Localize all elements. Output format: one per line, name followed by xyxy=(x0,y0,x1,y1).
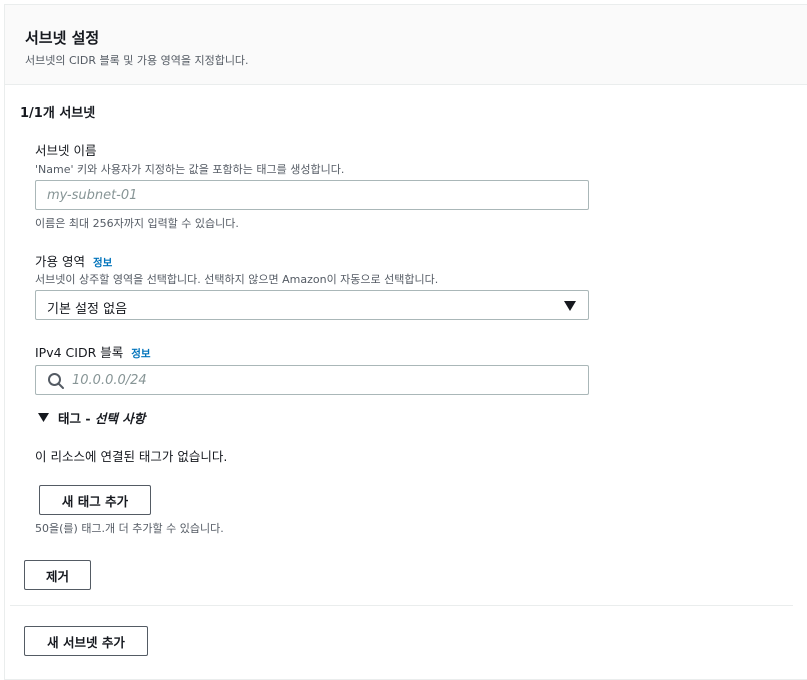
cidr-label: IPv4 CIDR 블록 xyxy=(35,345,124,360)
availability-zone-select[interactable]: 기본 설정 없음 xyxy=(35,290,589,320)
tags-expander[interactable]: 태그 - 선택 사항 xyxy=(38,408,145,427)
subnet-name-label: 서브넷 이름 xyxy=(35,143,97,158)
tags-title: 태그 - 선택 사항 xyxy=(58,408,145,427)
availability-zone-description: 서브넷이 상주할 영역을 선택합니다. 선택하지 않으면 Amazon이 자동으… xyxy=(35,273,439,286)
panel-title: 서브넷 설정 xyxy=(25,29,100,47)
panel-description: 서브넷의 CIDR 블록 및 가용 영역을 지정합니다. xyxy=(25,54,249,67)
tags-limit-hint: 50을(를) 태그.개 더 추가할 수 있습니다. xyxy=(35,522,224,535)
availability-zone-label-row: 가용 영역 정보 xyxy=(35,251,112,270)
search-icon xyxy=(48,373,64,389)
triangle-down-icon xyxy=(38,413,49,422)
remove-subnet-button[interactable]: 제거 xyxy=(24,560,91,590)
divider xyxy=(10,605,793,606)
tags-optional: 선택 사항 xyxy=(94,411,146,426)
cidr-info-link[interactable]: 정보 xyxy=(131,348,150,360)
caret-down-icon xyxy=(564,301,576,311)
cidr-label-row: IPv4 CIDR 블록 정보 xyxy=(35,342,151,361)
subnet-name-placeholder: my-subnet-01 xyxy=(47,188,138,203)
subnet-name-hint: 이름은 최대 256자까지 입력할 수 있습니다. xyxy=(35,217,239,230)
tags-title-prefix: 태그 - xyxy=(58,411,91,426)
panel-header: 서브넷 설정 서브넷의 CIDR 블록 및 가용 영역을 지정합니다. xyxy=(5,5,807,85)
availability-zone-info-link[interactable]: 정보 xyxy=(93,257,112,269)
add-tag-button[interactable]: 새 태그 추가 xyxy=(39,485,151,515)
availability-zone-label: 가용 영역 xyxy=(35,254,85,269)
cidr-input[interactable]: 10.0.0.0/24 xyxy=(35,365,589,395)
subnet-name-description: 'Name' 키와 사용자가 지정하는 값을 포함하는 태그를 생성합니다. xyxy=(35,163,345,176)
add-subnet-button[interactable]: 새 서브넷 추가 xyxy=(24,626,148,656)
subnet-count-title: 1/1개 서브넷 xyxy=(20,106,96,121)
tags-empty-text: 이 리소스에 연결된 태그가 없습니다. xyxy=(35,449,228,464)
cidr-placeholder: 10.0.0.0/24 xyxy=(72,373,147,388)
subnet-name-input[interactable]: my-subnet-01 xyxy=(35,180,589,210)
availability-zone-selected: 기본 설정 없음 xyxy=(47,302,128,317)
